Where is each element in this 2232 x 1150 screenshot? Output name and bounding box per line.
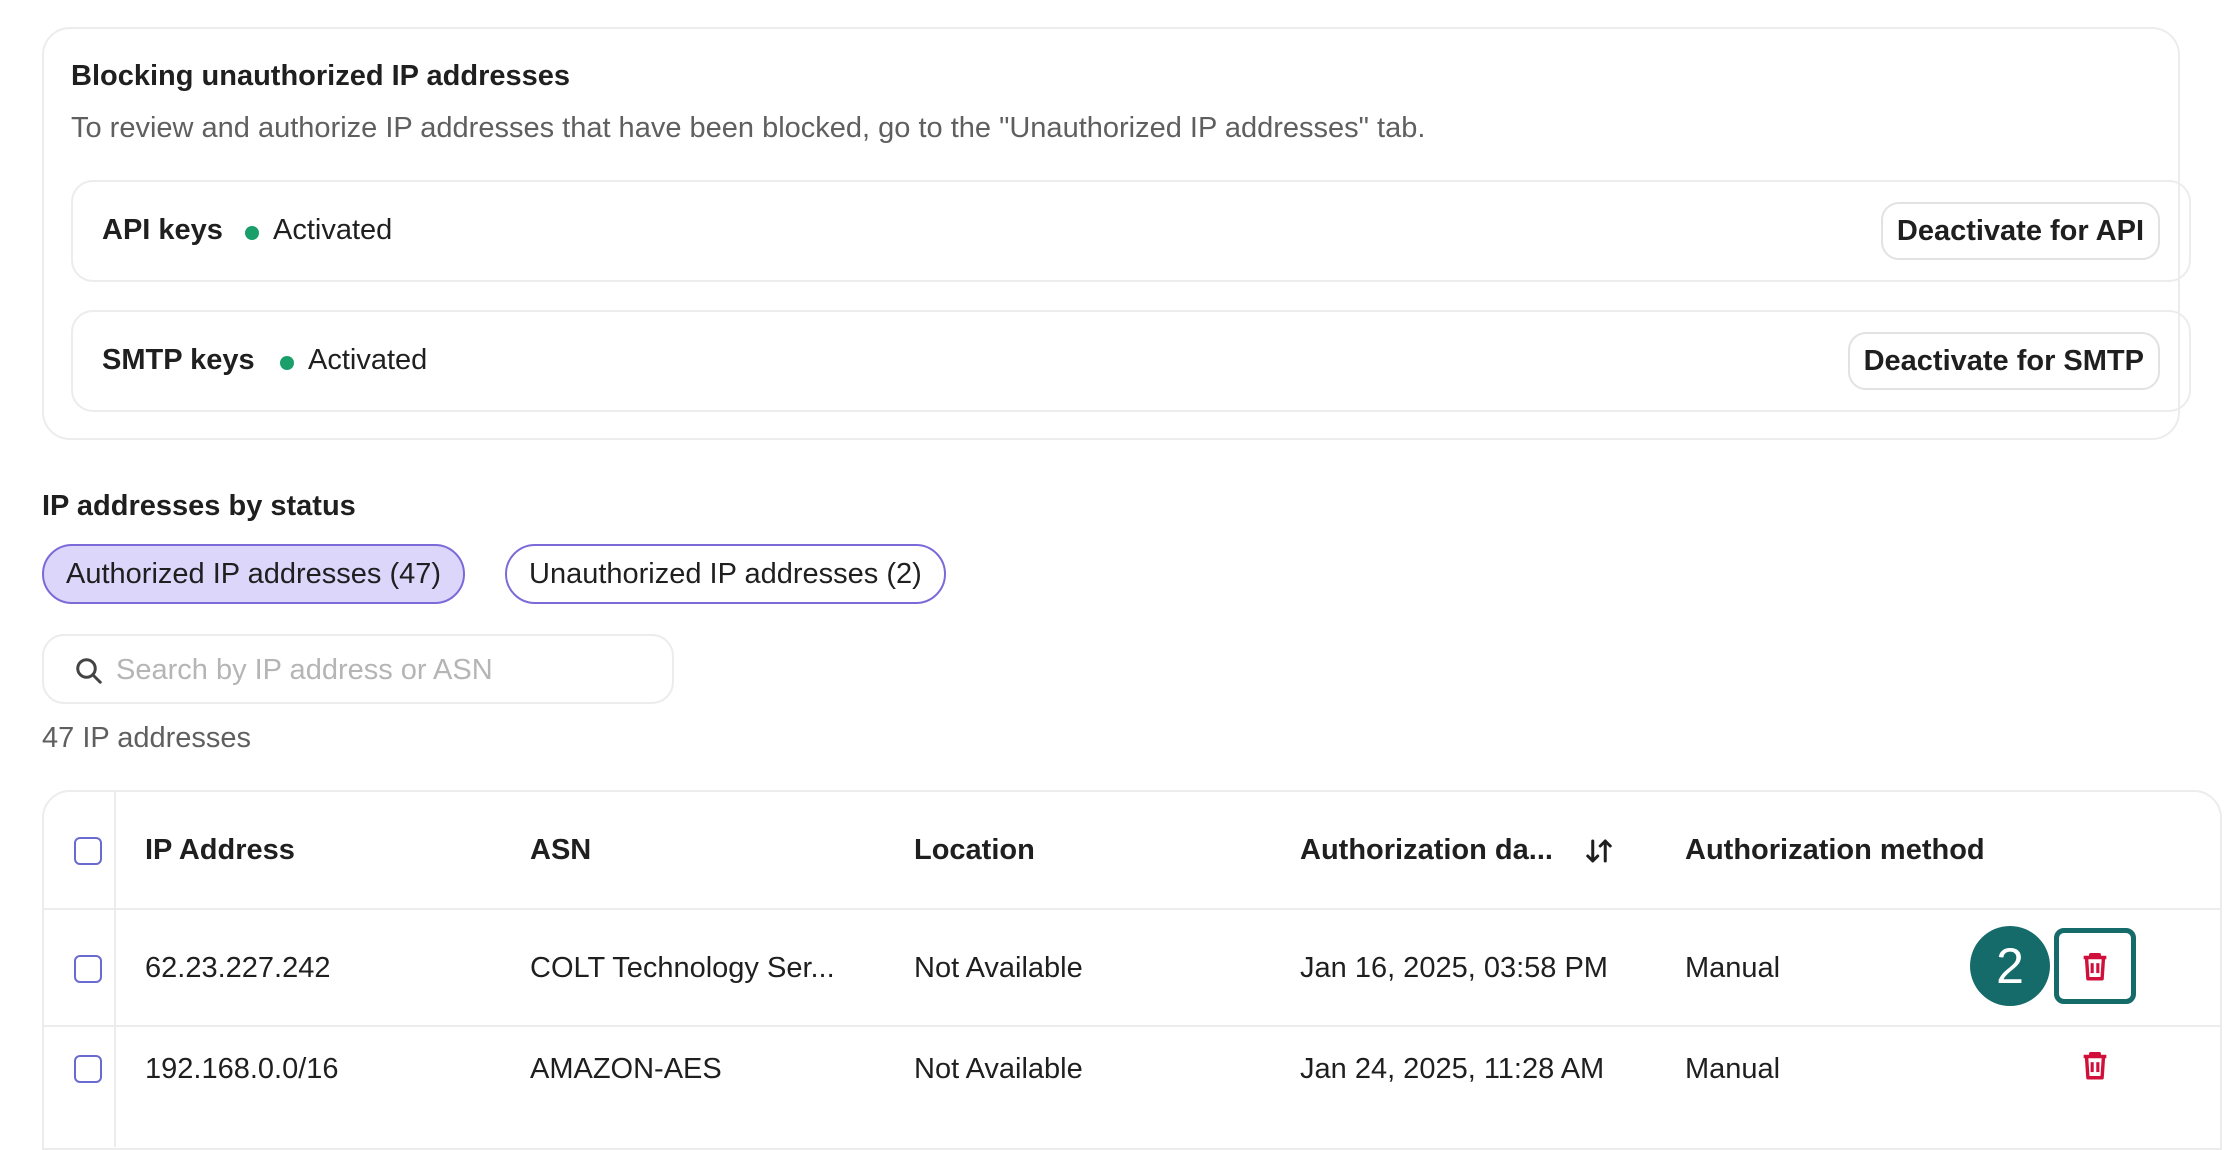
select-all-checkbox[interactable] <box>74 837 102 865</box>
blocking-title: Blocking unauthorized IP addresses <box>71 60 571 92</box>
ip-table: IP Address ASN Location Authorization da… <box>42 790 2222 1150</box>
cell-date: Jan 16, 2025, 03:58 PM <box>1300 952 1608 984</box>
row-checkbox[interactable] <box>74 1055 102 1083</box>
smtp-keys-label: SMTP keys <box>102 344 255 376</box>
cell-location: Not Available <box>914 952 1083 984</box>
smtp-keys-row: SMTP keys Activated Deactivate for SMTP <box>71 310 2191 412</box>
tab-authorized[interactable]: Authorized IP addresses (47) <box>42 544 466 604</box>
trash-icon <box>2083 952 2107 981</box>
status-dot-icon <box>245 226 259 240</box>
status-dot-icon <box>280 356 294 370</box>
api-status: Activated <box>273 214 393 246</box>
cell-method: Manual <box>1685 952 1781 984</box>
header-authorization-method[interactable]: Authorization method <box>1685 834 1985 867</box>
cell-ip: 192.168.0.0/16 <box>145 1053 339 1085</box>
table-row: 62.23.227.242 COLT Technology Ser... Not… <box>44 910 2220 1027</box>
table-header-row: IP Address ASN Location Authorization da… <box>44 792 2220 910</box>
header-asn[interactable]: ASN <box>530 834 591 867</box>
checkbox-column <box>44 910 116 1025</box>
step-badge: 2 <box>1970 926 2050 1006</box>
cell-asn: COLT Technology Ser... <box>530 952 835 984</box>
cell-asn: AMAZON-AES <box>530 1053 722 1085</box>
table-row: 192.168.0.0/16 AMAZON-AES Not Available … <box>44 1027 2220 1147</box>
trash-icon <box>2083 1051 2107 1080</box>
cell-ip: 62.23.227.242 <box>145 952 331 984</box>
smtp-status: Activated <box>308 344 428 376</box>
api-keys-label: API keys <box>102 214 223 246</box>
api-keys-row: API keys Activated Deactivate for API <box>71 180 2191 282</box>
ip-count: 47 IP addresses <box>42 722 252 754</box>
search-input[interactable] <box>114 644 658 696</box>
sort-icon[interactable] <box>1584 836 1614 866</box>
cell-date: Jan 24, 2025, 11:28 AM <box>1300 1053 1605 1085</box>
search-icon <box>76 658 102 684</box>
blocking-description: To review and authorize IP addresses tha… <box>71 112 1426 144</box>
checkbox-column <box>44 792 116 908</box>
checkbox-column <box>44 1027 116 1147</box>
status-section-title: IP addresses by status <box>42 490 356 522</box>
header-authorization-date[interactable]: Authorization da... <box>1300 834 1553 867</box>
header-ip-address[interactable]: IP Address <box>145 834 295 867</box>
deactivate-api-button[interactable]: Deactivate for API <box>1880 202 2160 260</box>
delete-button[interactable] <box>2054 928 2136 1004</box>
search-box <box>42 634 674 704</box>
tab-unauthorized[interactable]: Unauthorized IP addresses (2) <box>505 544 946 604</box>
delete-button[interactable] <box>2054 1027 2136 1103</box>
header-location[interactable]: Location <box>914 834 1035 867</box>
deactivate-smtp-button[interactable]: Deactivate for SMTP <box>1847 332 2160 390</box>
cell-location: Not Available <box>914 1053 1083 1085</box>
cell-method: Manual <box>1685 1053 1781 1085</box>
row-checkbox[interactable] <box>74 955 102 983</box>
